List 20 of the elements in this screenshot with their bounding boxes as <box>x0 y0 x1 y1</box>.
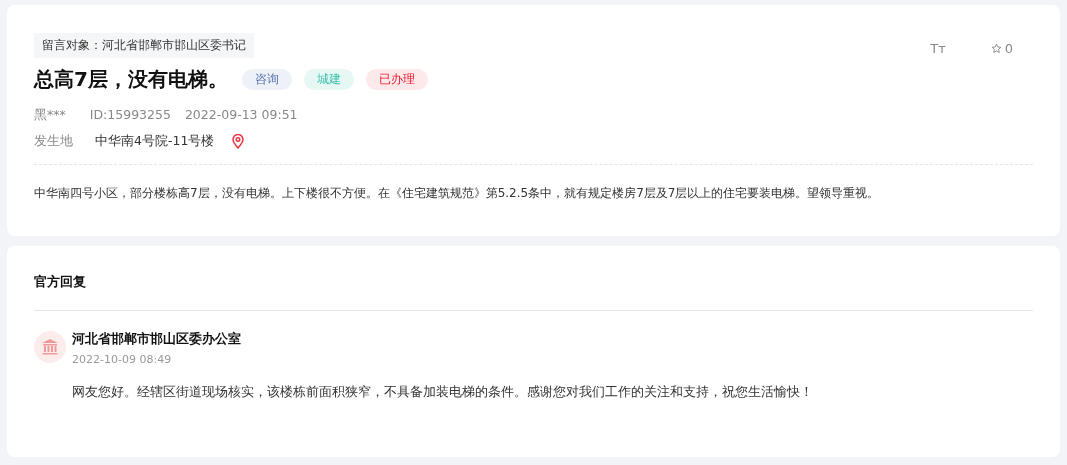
post-body: 中华南四号小区，部分楼栋高7层，没有电梯。上下楼很不方便。在《住宅建筑规范》第5.2.5条中，就有规定楼房7层及7层以上的住宅要装电梯。望领导重视。 <box>34 185 881 202</box>
favorite-button[interactable]: 0 <box>990 41 1013 56</box>
post-id: ID:15993255 <box>89 107 171 124</box>
reply-heading: 官方回复 <box>34 273 87 291</box>
institution-icon <box>34 331 66 363</box>
location-pin-icon[interactable] <box>232 134 245 149</box>
reply-time: 2022-10-09 08:49 <box>72 353 173 366</box>
font-size-button[interactable]: Tт <box>930 41 946 56</box>
organization-name: 河北省邯郸市邯山区委办公室 <box>72 331 241 348</box>
location-text: 中华南4号院-11号楼 <box>95 133 215 150</box>
reply-text: 网友您好。经辖区街道现场核实，该楼栋前面积狭窄，不具备加装电梯的条件。感谢您对我们工作的关注和支持，祝您生活愉快！ <box>72 384 814 401</box>
star-icon <box>990 43 1002 54</box>
tag: 已办理 <box>365 69 428 90</box>
tag: 咨询 <box>241 69 292 90</box>
location-label: 发生地 <box>34 133 73 150</box>
recipient-label: 留言对象：河北省邯郸市邯山区委书记 <box>34 33 254 58</box>
post-title: 总高7层，没有电梯。 <box>34 66 228 93</box>
author-name: 黑*** <box>34 107 66 124</box>
tag: 城建 <box>303 69 354 90</box>
post-time: 2022-09-13 09:51 <box>184 107 298 124</box>
